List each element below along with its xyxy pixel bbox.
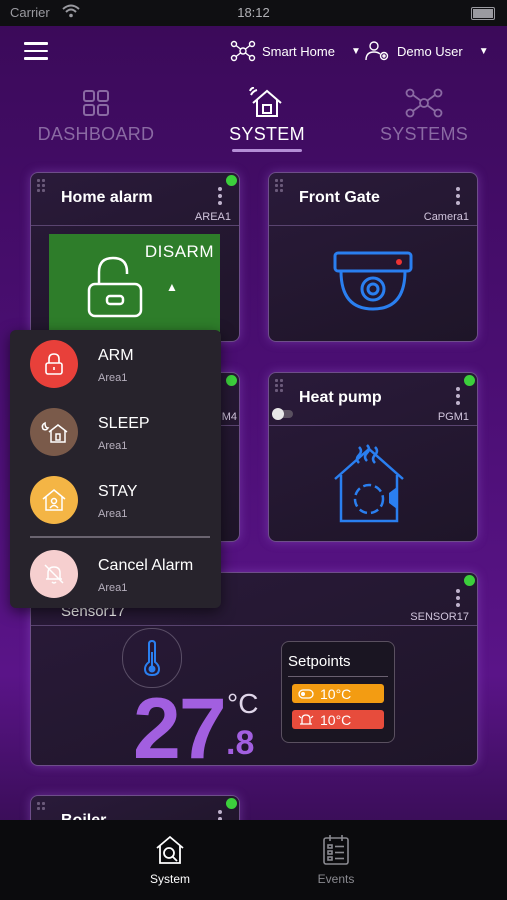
tab-dashboard[interactable]: DASHBOARD (21, 86, 171, 145)
card-divider (31, 625, 477, 626)
card-subtitle: PGM1 (437, 411, 469, 423)
lock-icon (30, 340, 78, 388)
card-subtitle: AREA1 (194, 211, 231, 223)
more-options-icon[interactable] (218, 187, 222, 208)
thermometer-icon (143, 640, 161, 676)
setpoint-low[interactable]: 10°C (292, 710, 384, 729)
drag-handle-icon[interactable] (275, 379, 287, 393)
user-gear-icon (365, 41, 389, 61)
tab-dashboard-label: DASHBOARD (37, 124, 155, 144)
bell-off-icon (30, 550, 78, 598)
more-options-icon[interactable] (456, 387, 460, 408)
more-options-icon[interactable] (456, 187, 460, 208)
menu-item-area: Area1 (98, 440, 128, 452)
alarm-bell-icon (298, 713, 314, 725)
online-status-dot (226, 175, 237, 186)
card-subtitle: SENSOR17 (410, 611, 469, 623)
thermostat-icon (298, 688, 314, 699)
unlock-icon (87, 256, 143, 318)
menu-item-sleep[interactable]: SLEEP Area1 (10, 398, 221, 462)
setpoint-high-value: 10°C (320, 685, 352, 702)
menu-item-area: Area1 (98, 508, 128, 520)
menu-item-stay[interactable]: STAY Area1 (10, 466, 221, 530)
chevron-up-icon[interactable]: ▲ (166, 280, 178, 294)
top-bar: Smart Home ▼ Demo User ▼ (0, 26, 507, 76)
menu-item-label: ARM (98, 347, 134, 364)
card-subtitle: Camera1 (423, 211, 469, 223)
tab-systems-label: SYSTEMS (379, 124, 469, 144)
setpoints-title: Setpoints (288, 653, 351, 670)
heat-pump-house-icon (334, 444, 404, 523)
nav-events-label: Events (317, 872, 355, 886)
menu-item-arm[interactable]: ARM Area1 (10, 330, 221, 394)
card-subtitle: M4 (221, 411, 237, 423)
battery-icon (471, 7, 495, 20)
temperature-decimal: .8 (226, 724, 255, 762)
card-title: Front Gate (299, 189, 380, 206)
card-title: Home alarm (61, 189, 153, 206)
menu-item-label: STAY (98, 483, 138, 500)
alarm-state-label: DISARM (144, 242, 214, 261)
online-status-dot (226, 375, 237, 386)
card-title: Heat pump (299, 389, 382, 406)
home-search-icon (120, 834, 220, 866)
menu-divider (30, 536, 210, 538)
site-name: Smart Home (262, 43, 335, 59)
user-selector[interactable]: Demo User ▼ (365, 40, 489, 62)
chevron-down-icon: ▼ (478, 45, 489, 57)
nav-events[interactable]: Events (286, 834, 386, 886)
front-gate-card[interactable]: Front Gate Camera1 (268, 172, 478, 342)
main-tabs: DASHBOARD SYSTEM SYSTEMS (0, 86, 507, 156)
tab-system-label: SYSTEM (229, 124, 305, 144)
network-icon (349, 86, 499, 120)
menu-item-label: Cancel Alarm (98, 557, 194, 574)
setpoint-high[interactable]: 10°C (292, 684, 384, 703)
events-list-icon (286, 834, 386, 866)
site-selector[interactable]: Smart Home ▼ (230, 40, 361, 62)
setpoint-low-value: 10°C (320, 711, 352, 728)
online-status-dot (464, 375, 475, 386)
tab-system[interactable]: SYSTEM (192, 86, 342, 152)
drag-handle-icon[interactable] (275, 179, 287, 193)
menu-item-cancel-alarm[interactable]: Cancel Alarm Area1 (10, 540, 221, 604)
drag-handle-icon[interactable] (37, 802, 49, 816)
card-divider (269, 425, 477, 426)
setpoints-divider (288, 676, 388, 677)
clock: 18:12 (237, 5, 270, 20)
online-status-dot (226, 798, 237, 809)
menu-item-label: SLEEP (98, 415, 150, 432)
power-toggle[interactable] (272, 408, 293, 420)
menu-item-area: Area1 (98, 582, 128, 594)
status-bar: Carrier 18:12 (0, 0, 507, 26)
online-status-dot (464, 575, 475, 586)
thermometer-badge (122, 628, 182, 688)
sleep-house-icon (30, 408, 78, 456)
menu-item-area: Area1 (98, 372, 128, 384)
alarm-mode-menu: ARM Area1 SLEEP Area1 STAY Area1 Cancel … (10, 330, 221, 608)
menu-icon[interactable] (24, 42, 48, 60)
chevron-down-icon: ▼ (350, 45, 361, 57)
nav-system-label: System (149, 872, 190, 886)
setpoints-panel[interactable]: Setpoints 10°C 10°C (281, 641, 395, 743)
network-icon (230, 40, 256, 62)
temperature-value: 27 (133, 681, 227, 777)
nav-system[interactable]: System (120, 834, 220, 886)
user-name: Demo User (397, 43, 463, 59)
dashboard-icon (21, 86, 171, 120)
bottom-nav: System Events (0, 820, 507, 900)
card-divider (269, 225, 477, 226)
card-divider (31, 225, 239, 226)
security-camera-icon (333, 251, 413, 311)
active-tab-indicator (232, 149, 302, 152)
disarm-state-panel[interactable]: ▲ DISARM (49, 234, 220, 332)
tab-systems[interactable]: SYSTEMS (349, 86, 499, 145)
stay-house-icon (30, 476, 78, 524)
drag-handle-icon[interactable] (37, 179, 49, 193)
heat-pump-card[interactable]: Heat pump PGM1 (268, 372, 478, 542)
smart-house-icon (192, 86, 342, 120)
temperature-unit: °C (227, 688, 259, 719)
more-options-icon[interactable] (456, 589, 460, 610)
